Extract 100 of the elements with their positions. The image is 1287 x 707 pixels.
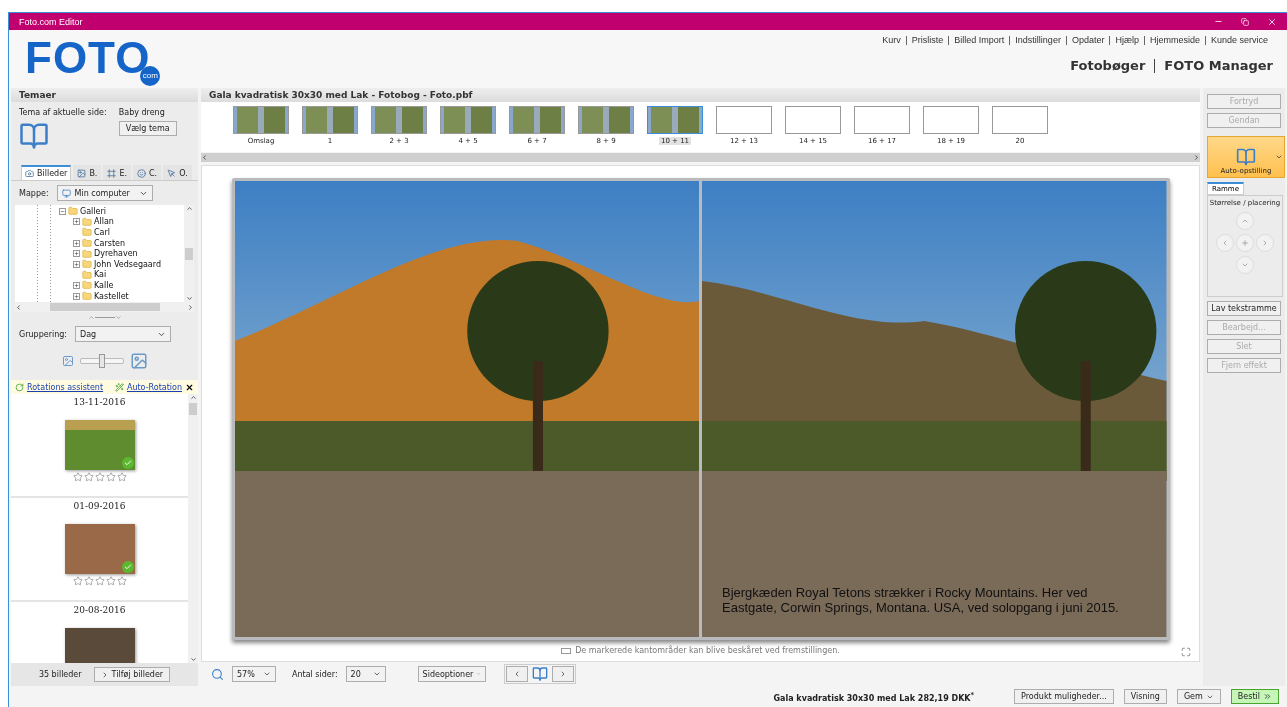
folder-name[interactable]: Kastellet [94, 291, 129, 301]
page-thumbnail[interactable] [923, 106, 979, 134]
page-thumbnail[interactable] [440, 106, 496, 134]
scrollbar[interactable] [201, 153, 1200, 162]
auto-rotation-link[interactable]: Auto-Rotation [126, 382, 182, 392]
scroll-thumb[interactable] [189, 403, 197, 415]
page-thumbnail[interactable] [647, 106, 703, 134]
collapse-toggle[interactable] [59, 207, 66, 215]
expand-toggle[interactable] [73, 218, 80, 226]
header-link[interactable]: Kurv [877, 36, 906, 45]
nav-link[interactable]: Fotobøger [1061, 59, 1155, 73]
page-options-dropdown[interactable]: Sideoptioner [417, 666, 486, 682]
star-icon[interactable] [105, 472, 116, 482]
rotation-assistant-link[interactable]: Rotations assistent [27, 382, 104, 392]
page-thumbnail[interactable] [992, 106, 1048, 134]
star-icon[interactable] [94, 472, 105, 482]
folder-name[interactable]: Galleri [80, 206, 106, 216]
header-link[interactable]: Hjemmeside [1143, 36, 1205, 45]
folder-name[interactable]: John Vedsegaard [94, 259, 161, 269]
star-icon[interactable] [72, 472, 83, 482]
star-icon[interactable] [83, 472, 94, 482]
move-right-button[interactable] [1256, 234, 1274, 252]
zoom-in-button[interactable] [1236, 234, 1254, 252]
status-button[interactable]: Visning [1123, 689, 1167, 704]
expand-toggle[interactable] [73, 250, 80, 258]
slider-thumb[interactable] [98, 354, 105, 368]
star-icon[interactable] [94, 576, 105, 586]
photo-count: 35 billeder [38, 670, 82, 679]
margin-icon [561, 647, 572, 654]
scroll-thumb[interactable] [185, 247, 193, 260]
next-button[interactable] [551, 666, 574, 682]
source-tab[interactable]: E. [103, 165, 131, 180]
star-icon[interactable] [72, 576, 83, 586]
folder-dropdown[interactable]: Min computer [56, 185, 153, 201]
expand-toggle[interactable] [73, 239, 80, 247]
page-thumbnail[interactable] [302, 106, 358, 134]
source-tab[interactable]: O. [163, 165, 192, 180]
folder-name[interactable]: Carsten [94, 238, 126, 248]
nav-link[interactable]: FOTO Manager [1154, 59, 1273, 73]
window-title: Foto.com Editor [19, 16, 83, 27]
status-button[interactable]: Produkt muligheder... [1014, 689, 1114, 704]
chevron-down-icon [1241, 261, 1249, 269]
scrollbar[interactable] [188, 394, 198, 663]
header-link[interactable]: Kunde service [1204, 36, 1273, 45]
folder-name[interactable]: Kai [94, 270, 107, 280]
grouping-dropdown[interactable]: Dag [75, 326, 171, 342]
status-button[interactable]: Bestil [1230, 689, 1279, 704]
status-button[interactable]: Gem [1176, 689, 1221, 704]
star-icon[interactable] [116, 576, 127, 586]
header-link[interactable]: Hjælp [1109, 36, 1144, 45]
page-thumbnail[interactable] [578, 106, 634, 134]
move-left-button[interactable] [1216, 234, 1234, 252]
header-link[interactable]: Indstillinger [1009, 36, 1066, 45]
caption-text[interactable]: Bjergkæden Royal Tetons strækker i Rocky Mountains. Her ved Eastgate, Corwin Springs, Montana. USA, ved solopgang i juni 2015. [722, 585, 1142, 615]
folder-name[interactable]: Allan [94, 217, 114, 227]
move-up-button[interactable] [1236, 212, 1254, 230]
camera-icon [25, 169, 34, 178]
zoom-dropdown[interactable]: 57% [232, 666, 276, 682]
scrollbar[interactable] [15, 302, 194, 312]
restore-icon[interactable] [1241, 17, 1249, 26]
page-thumbnail[interactable] [785, 106, 841, 134]
folder-name[interactable]: Dyrehaven [94, 249, 138, 259]
folder-icon [82, 238, 92, 249]
page-thumbnail[interactable] [854, 106, 910, 134]
pointer-icon [167, 168, 177, 178]
action-button[interactable]: Lav tekstramme [1207, 301, 1281, 316]
expand-toggle[interactable] [73, 292, 80, 300]
page-count-dropdown[interactable]: 20 [345, 666, 386, 682]
fit-icon[interactable] [1181, 647, 1191, 657]
notice-text: De markerede kantområder kan blive beskåret ved fremstillingen. [575, 646, 840, 655]
page-thumbnail[interactable] [371, 106, 427, 134]
image-icon [77, 168, 87, 178]
source-tab[interactable]: Billeder [21, 165, 72, 180]
photo-placeholder[interactable] [64, 524, 135, 574]
source-tab[interactable]: B. [73, 165, 102, 180]
star-icon[interactable] [83, 576, 94, 586]
page-thumbnail[interactable] [716, 106, 772, 134]
source-tab[interactable]: C. [133, 165, 162, 180]
photo-placeholder[interactable] [64, 420, 135, 470]
plus-icon [1241, 239, 1249, 247]
header-link[interactable]: Billed Import [948, 36, 1010, 45]
page-thumbnail[interactable] [509, 106, 565, 134]
scroll-thumb[interactable] [49, 303, 160, 311]
close-icon[interactable] [185, 382, 194, 392]
star-icon[interactable] [105, 576, 116, 586]
move-down-button[interactable] [1236, 256, 1254, 274]
date-heading: 20-08-2016 [73, 604, 126, 617]
header-link[interactable]: Opdater [1065, 36, 1110, 45]
scrollbar[interactable] [184, 205, 194, 302]
folder-name[interactable]: Kalle [94, 280, 114, 290]
previous-button[interactable] [505, 666, 528, 682]
folder-name[interactable]: Carl [94, 228, 110, 237]
expand-toggle[interactable] [73, 260, 80, 268]
page-thumbnail[interactable] [233, 106, 289, 134]
header-link[interactable]: Prisliste [905, 36, 949, 45]
star-icon[interactable] [116, 472, 127, 482]
add-photos-button[interactable]: Tilføj billeder [93, 667, 171, 682]
book-icon[interactable] [531, 666, 548, 682]
choose-theme-button[interactable]: Vælg tema [118, 121, 177, 136]
expand-toggle[interactable] [73, 281, 80, 289]
